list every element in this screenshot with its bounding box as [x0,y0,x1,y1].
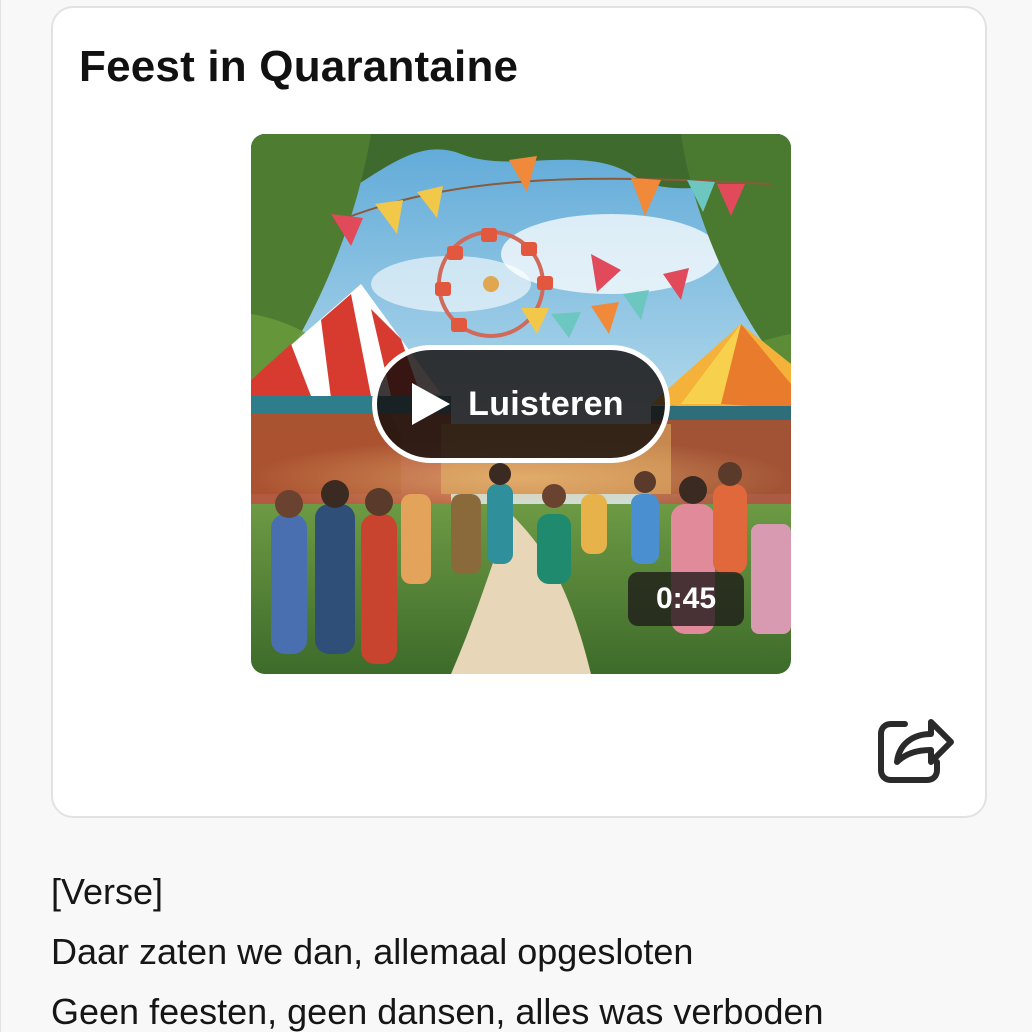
song-title: Feest in Quarantaine [79,42,519,91]
lyric-line: Daar zaten we dan, allemaal opgesloten [51,931,694,972]
lyrics: [Verse] Daar zaten we dan, allemaal opge… [51,862,1011,1032]
share-icon [878,719,954,783]
duration-badge: 0:45 [628,572,744,626]
share-button[interactable] [875,710,955,786]
listen-button[interactable]: Luisteren [372,345,670,463]
song-cover[interactable]: Luisteren 0:45 [251,134,791,674]
lyric-line: [Verse] [51,871,164,912]
play-icon [412,383,451,425]
page: Feest in Quarantaine Luisteren 0:45 [Ver… [0,0,1032,1032]
song-card: Feest in Quarantaine Luisteren 0:45 [51,6,987,818]
listen-label: Luisteren [468,384,624,423]
lyric-line: Geen feesten, geen dansen, alles was ver… [51,991,824,1032]
